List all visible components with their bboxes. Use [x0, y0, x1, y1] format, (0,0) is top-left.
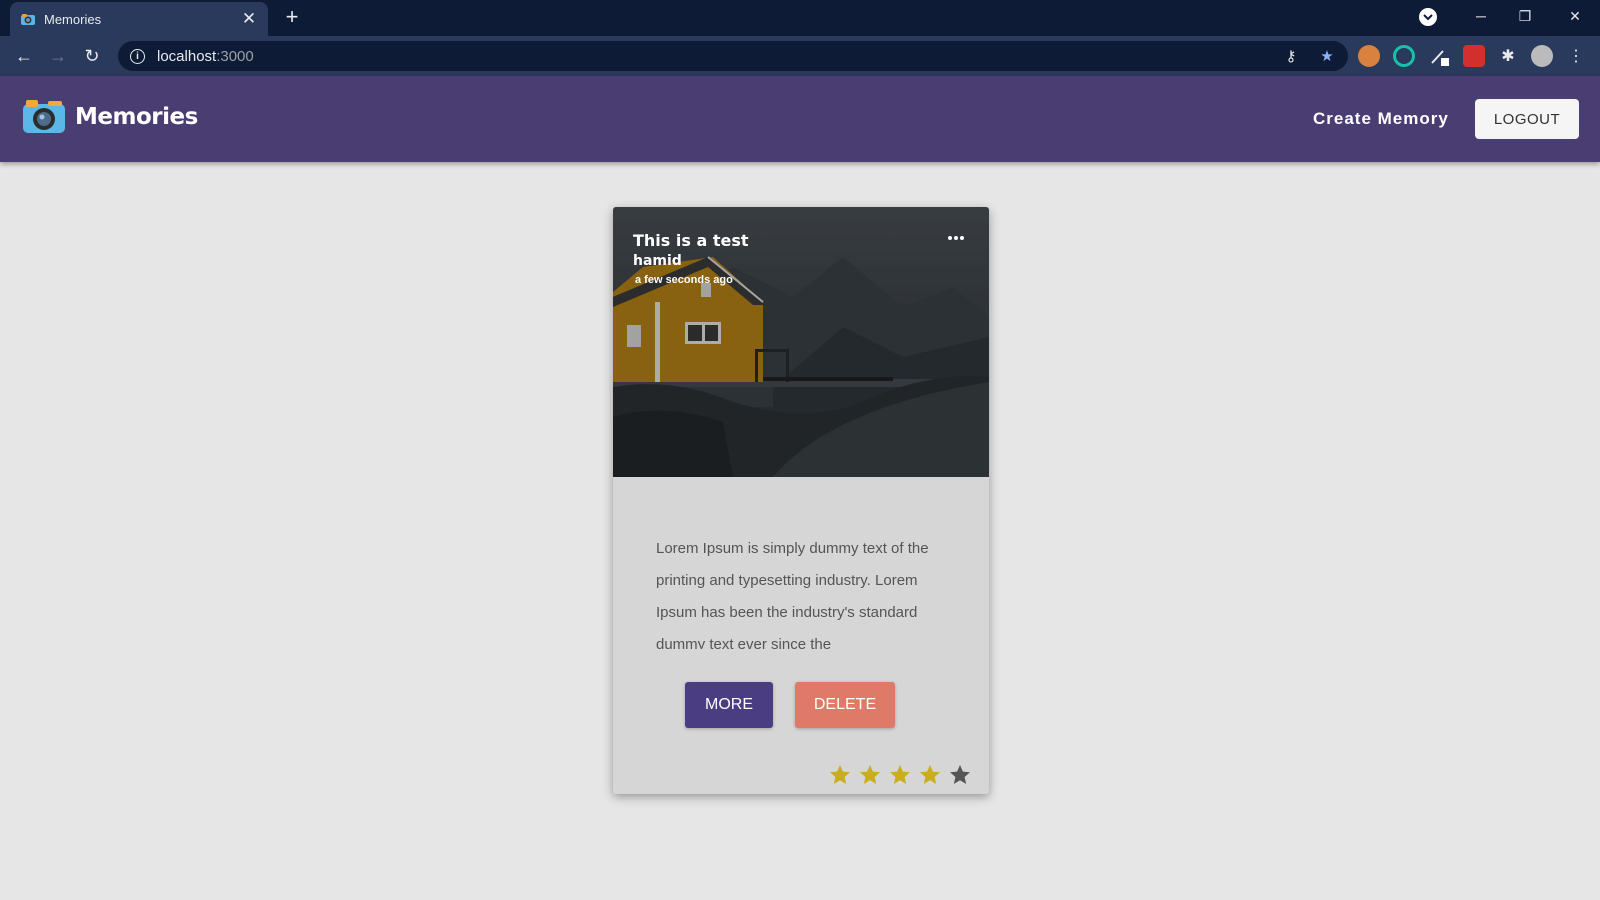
star-rating[interactable]	[828, 763, 972, 787]
extension-icon-2[interactable]	[1393, 45, 1415, 67]
forward-arrow-icon[interactable]: →	[44, 42, 72, 70]
app-header: Memories Create Memory LOGOUT	[0, 76, 1600, 162]
pen-extension-icon[interactable]	[1428, 45, 1450, 67]
star-icon[interactable]	[858, 763, 882, 787]
window-close-icon[interactable]: ✕	[1552, 0, 1598, 32]
card-description: Lorem Ipsum is simply dummy text of the …	[656, 540, 929, 649]
tab-title: Memories	[44, 11, 102, 27]
extension-icon-1[interactable]	[1358, 45, 1380, 67]
puzzle-icon[interactable]: ✱	[1497, 45, 1519, 67]
minimize-icon[interactable]: ─	[1458, 0, 1504, 32]
browser-tabstrip: Memories ✕ + ─ ❐ ✕	[0, 0, 1600, 36]
browser-tab[interactable]: Memories ✕	[10, 2, 268, 36]
url-port: :3000	[216, 47, 254, 65]
address-bar[interactable]: i localhost:3000 ⚷ ★	[118, 41, 1348, 71]
info-icon[interactable]: i	[130, 48, 145, 64]
star-icon[interactable]	[948, 763, 972, 787]
memory-image: This is a test hamid a few seconds ago	[613, 207, 989, 477]
logo-text[interactable]: Memories	[75, 104, 198, 130]
plus-icon[interactable]: +	[280, 4, 304, 29]
kebab-menu-icon[interactable]: ⋮	[1565, 45, 1587, 67]
reload-icon[interactable]: ↻	[78, 42, 106, 70]
more-horizontal-icon[interactable]	[945, 231, 967, 245]
star-icon[interactable]	[888, 763, 912, 787]
camera-icon	[21, 14, 35, 25]
star-icon[interactable]	[918, 763, 942, 787]
create-memory-link[interactable]: Create Memory	[1313, 109, 1449, 129]
delete-button[interactable]: DELETE	[795, 682, 895, 728]
card-timestamp: a few seconds ago	[635, 274, 733, 286]
url-host: localhost	[157, 47, 217, 65]
more-button[interactable]: MORE	[685, 682, 773, 728]
browser-toolbar: ← → ↻ i localhost:3000 ⚷ ★ ✱ ⋮	[0, 36, 1600, 76]
card-author: hamid	[633, 253, 682, 269]
logout-button[interactable]: LOGOUT	[1475, 99, 1579, 139]
bookmark-star-icon[interactable]: ★	[1318, 47, 1336, 65]
camera-icon	[23, 100, 65, 133]
star-icon[interactable]	[828, 763, 852, 787]
avatar[interactable]	[1531, 45, 1553, 67]
key-icon[interactable]: ⚷	[1282, 47, 1300, 65]
back-arrow-icon[interactable]: ←	[10, 42, 38, 70]
extension-icon-4[interactable]	[1463, 45, 1485, 67]
card-title: This is a test	[633, 231, 749, 250]
close-icon[interactable]: ✕	[240, 9, 258, 28]
tab-search-icon[interactable]	[1419, 8, 1437, 26]
restore-icon[interactable]: ❐	[1502, 0, 1548, 32]
memory-card: This is a test hamid a few seconds ago L…	[613, 207, 989, 794]
